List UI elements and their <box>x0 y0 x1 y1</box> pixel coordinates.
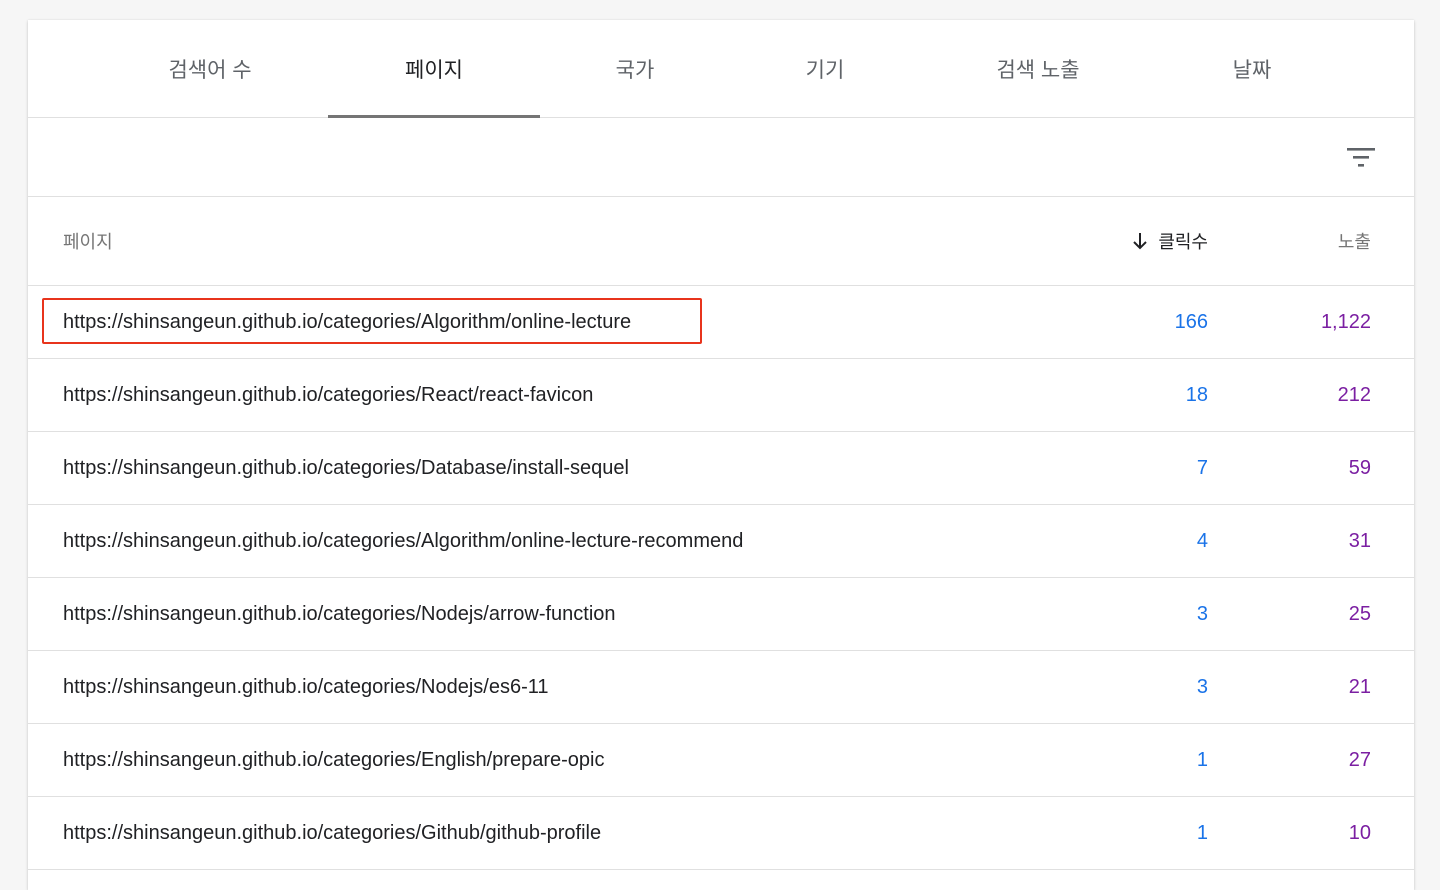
tab-pages[interactable]: 페이지 <box>328 20 540 118</box>
column-header-impressions[interactable]: 노출 <box>1338 197 1371 285</box>
row-clicks: 18 <box>1185 383 1208 406</box>
filter-button[interactable] <box>1344 140 1378 174</box>
tab-devices[interactable]: 기기 <box>730 20 920 117</box>
row-clicks: 7 <box>1196 456 1208 479</box>
tab-search-appearance[interactable]: 검색 노출 <box>930 20 1146 117</box>
row-url: https://shinsangeun.github.io/categories… <box>63 383 594 406</box>
column-header-clicks[interactable]: 클릭수 <box>1132 197 1208 285</box>
row-clicks: 1 <box>1196 821 1208 844</box>
row-impressions: 21 <box>1348 675 1371 698</box>
row-clicks: 4 <box>1196 529 1208 552</box>
row-clicks: 166 <box>1174 310 1208 333</box>
table-row[interactable]: https://shinsangeun.github.io/categories… <box>28 724 1414 797</box>
dimension-tabs: 검색어 수 페이지 국가 기기 검색 노출 날짜 <box>28 20 1414 118</box>
row-url: https://shinsangeun.github.io/categories… <box>63 602 616 625</box>
row-impressions: 25 <box>1348 602 1371 625</box>
table-row[interactable]: https://shinsangeun.github.io/categories… <box>28 578 1414 651</box>
row-clicks: 1 <box>1196 748 1208 771</box>
table-row[interactable]: https://shinsangeun.github.io/categories… <box>28 359 1414 432</box>
arrow-down-icon <box>1132 232 1148 250</box>
row-impressions: 59 <box>1348 456 1371 479</box>
row-url: https://shinsangeun.github.io/categories… <box>63 675 549 698</box>
tab-dates[interactable]: 날짜 <box>1146 20 1358 117</box>
row-impressions: 10 <box>1348 821 1371 844</box>
table-row[interactable]: https://shinsangeun.github.io/categories… <box>28 286 1414 359</box>
table-toolbar <box>28 118 1414 197</box>
column-header-clicks-label: 클릭수 <box>1158 232 1208 252</box>
row-impressions: 1,122 <box>1320 310 1371 333</box>
row-clicks: 3 <box>1196 602 1208 625</box>
row-url: https://shinsangeun.github.io/categories… <box>63 748 605 771</box>
column-header-page: 페이지 <box>63 232 113 252</box>
row-url: https://shinsangeun.github.io/categories… <box>63 821 602 844</box>
table-row[interactable]: https://shinsangeun.github.io/categories… <box>28 651 1414 724</box>
filter-list-icon <box>1347 148 1375 167</box>
table-row[interactable]: https://shinsangeun.github.io/categories… <box>28 432 1414 505</box>
tab-countries[interactable]: 국가 <box>540 20 730 117</box>
row-url: https://shinsangeun.github.io/categories… <box>63 456 629 479</box>
row-clicks: 3 <box>1196 675 1208 698</box>
tab-queries[interactable]: 검색어 수 <box>108 20 312 117</box>
performance-card: 검색어 수 페이지 국가 기기 검색 노출 날짜 페이지 클릭수 노출 http… <box>28 20 1414 890</box>
row-impressions: 212 <box>1337 383 1371 406</box>
row-url: https://shinsangeun.github.io/categories… <box>63 529 744 552</box>
row-url: https://shinsangeun.github.io/categories… <box>63 310 632 333</box>
row-impressions: 31 <box>1348 529 1371 552</box>
row-impressions: 27 <box>1348 748 1371 771</box>
table-row[interactable]: https://shinsangeun.github.io/categories… <box>28 505 1414 578</box>
table-row[interactable]: https://shinsangeun.github.io/categories… <box>28 797 1414 870</box>
table-header: 페이지 클릭수 노출 <box>28 197 1414 286</box>
